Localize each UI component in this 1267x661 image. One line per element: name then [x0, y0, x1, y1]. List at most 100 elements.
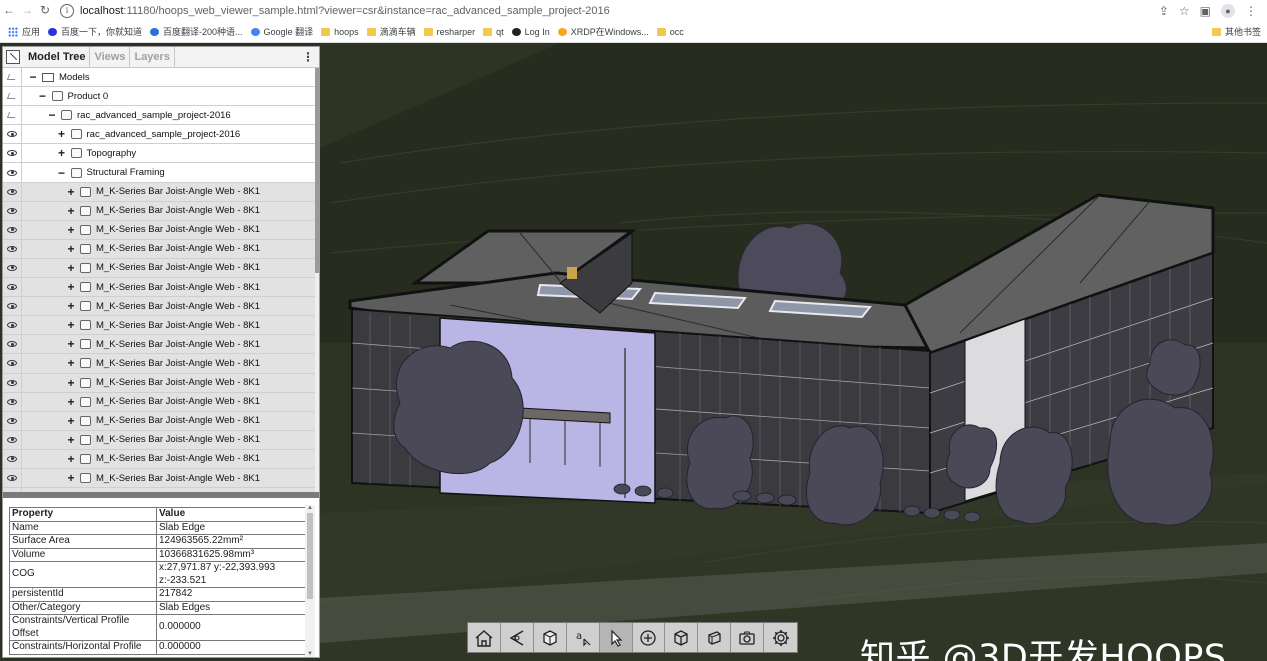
visibility-toggle[interactable] [3, 297, 22, 316]
draw-mode-button[interactable] [534, 623, 567, 652]
tree-node-label[interactable]: M_K-Series Bar Joist-Angle Web - 8K1 [96, 396, 260, 407]
tree-row[interactable]: + M_K-Series Bar Joist-Angle Web - 8K1 [3, 239, 319, 259]
tree-row[interactable]: − Product 0 [3, 87, 319, 107]
tree-row[interactable]: + M_K-Series Bar Joist-Angle Web - 8K1 [3, 354, 319, 374]
expand-icon[interactable]: + [66, 376, 76, 390]
snapshot-cube-button[interactable] [665, 623, 699, 652]
collapse-icon[interactable]: − [28, 70, 38, 84]
tree-row[interactable]: + M_K-Series Bar Joist-Angle Web - 8K1 [3, 449, 319, 469]
reload-icon[interactable]: ↻ [36, 0, 54, 21]
tree-row[interactable]: + M_K-Series Bar Joist-Angle Web - 8K1 [3, 278, 319, 298]
redline-note-button[interactable]: a [567, 623, 600, 652]
select-button[interactable] [599, 623, 633, 652]
tree-row[interactable]: + M_K-Series Bar Joist-Angle Web - 8K1 [3, 468, 319, 489]
visibility-toggle[interactable] [3, 106, 22, 125]
visibility-toggle[interactable] [3, 87, 22, 106]
scroll-up-icon[interactable]: ▲ [305, 505, 315, 511]
expand-icon[interactable]: + [66, 185, 76, 199]
url-field[interactable]: i localhost:11180/hoops_web_viewer_sampl… [60, 0, 1159, 21]
visibility-toggle[interactable] [3, 163, 22, 182]
bookmark-1[interactable]: 百度一下，你就知道 [48, 25, 142, 38]
visibility-toggle[interactable] [3, 449, 22, 468]
tree-node-label[interactable]: M_K-Series Bar Joist-Angle Web - 8K1 [96, 224, 260, 235]
bookmark-8[interactable]: Log In [511, 27, 550, 37]
share-icon[interactable]: ⇪ [1159, 4, 1169, 18]
tree-node-label[interactable]: M_K-Series Bar Joist-Angle Web - 8K1 [96, 205, 260, 216]
cutting-plane-button[interactable] [698, 623, 732, 652]
tree-node-label[interactable]: M_K-Series Bar Joist-Angle Web - 8K1 [96, 320, 260, 331]
tree-scrollbar-thumb[interactable] [315, 68, 319, 273]
tree-node-label[interactable]: M_K-Series Bar Joist-Angle Web - 8K1 [96, 243, 260, 254]
tree-row[interactable]: + M_K-Series Bar Joist-Angle Web - 8K1 [3, 220, 319, 240]
tree-scrollbar[interactable] [315, 68, 319, 492]
tree-row[interactable]: + Topography [3, 144, 319, 164]
expand-icon[interactable]: + [66, 337, 76, 351]
tree-row[interactable]: + M_K-Series Bar Joist-Angle Web - 8K1 [3, 335, 319, 355]
panel-toggle-icon[interactable] [6, 50, 20, 64]
scroll-down-icon[interactable]: ▼ [305, 651, 315, 657]
tree-row[interactable]: + M_K-Series Bar Joist-Angle Web - 8K1 [3, 258, 319, 279]
tree-row[interactable]: + M_K-Series Bar Joist-Angle Web - 8K1 [3, 316, 319, 336]
visibility-toggle[interactable] [3, 201, 22, 220]
visibility-toggle[interactable] [3, 182, 22, 201]
visibility-toggle[interactable] [3, 68, 22, 87]
collapse-icon[interactable]: − [38, 89, 48, 103]
tree-node-label[interactable]: rac_advanced_sample_project-2016 [77, 110, 231, 121]
tree-row[interactable]: + M_K-Series Bar Joist-Angle Web - 8K1 [3, 373, 319, 393]
tab-layers[interactable]: Layers [130, 47, 175, 67]
expand-icon[interactable]: + [66, 223, 76, 237]
tree-node-label[interactable]: M_K-Series Bar Joist-Angle Web - 8K1 [96, 262, 260, 273]
forward-arrow-icon[interactable]: → [18, 0, 36, 21]
tree-row[interactable]: − Structural Framing [3, 163, 319, 183]
tree-node-label[interactable]: M_K-Series Bar Joist-Angle Web - 8K1 [96, 282, 260, 293]
collapse-icon[interactable]: − [47, 108, 57, 122]
tree-node-label[interactable]: Structural Framing [87, 167, 165, 178]
visibility-toggle[interactable] [3, 373, 22, 392]
tree-node-label[interactable]: M_K-Series Bar Joist-Angle Web - 8K1 [96, 377, 260, 388]
expand-icon[interactable]: + [66, 452, 76, 466]
snapshot-button[interactable] [731, 623, 765, 652]
home-button[interactable] [468, 623, 501, 652]
expand-icon[interactable]: + [66, 261, 76, 275]
tree-node-label[interactable]: Product 0 [68, 91, 109, 102]
tree-row[interactable]: − rac_advanced_sample_project-2016 [3, 106, 319, 126]
tree-row[interactable]: + M_K-Series Bar Joist-Angle Web - 8K1 [3, 297, 319, 317]
bookmark-3[interactable]: Google 翻译 [250, 25, 313, 38]
properties-scrollbar[interactable]: ▲ ▼ [305, 505, 315, 657]
bookmark-2[interactable]: 百度翻译-200种语... [150, 25, 243, 38]
bookmark-star-icon[interactable]: ☆ [1179, 4, 1190, 18]
other-bookmarks[interactable]: 其他书签 [1211, 25, 1261, 38]
expand-icon[interactable]: + [66, 433, 76, 447]
tree-row[interactable]: + M_K-Series Bar Joist-Angle Web - 8K1 [3, 392, 319, 412]
bookmark-7[interactable]: qt [483, 27, 504, 37]
tree-node-label[interactable]: M_K-Series Bar Joist-Angle Web - 8K1 [96, 415, 260, 426]
settings-button[interactable] [764, 623, 797, 652]
visibility-toggle[interactable] [3, 278, 22, 297]
expand-icon[interactable]: + [66, 471, 76, 485]
explode-button[interactable] [633, 623, 666, 652]
tree-node-label[interactable]: M_K-Series Bar Joist-Angle Web - 8K1 [96, 473, 260, 484]
visibility-toggle[interactable] [3, 125, 22, 144]
visibility-toggle[interactable] [3, 316, 22, 335]
visibility-toggle[interactable] [3, 430, 22, 449]
bookmark-9[interactable]: XRDP在Windows... [557, 25, 649, 38]
expand-icon[interactable]: + [66, 204, 76, 218]
expand-icon[interactable]: + [66, 395, 76, 409]
expand-icon[interactable]: + [66, 318, 76, 332]
bookmark-6[interactable]: resharper [423, 27, 475, 37]
expand-icon[interactable]: + [66, 242, 76, 256]
visibility-toggle[interactable] [3, 468, 22, 488]
browser-menu-icon[interactable]: ⋮ [1245, 4, 1257, 18]
visibility-toggle[interactable] [3, 392, 22, 411]
tree-row[interactable]: + M_K-Series Bar Joist-Angle Web - 8K1 [3, 411, 319, 431]
camera-menu-button[interactable] [501, 623, 534, 652]
expand-icon[interactable]: + [57, 146, 67, 160]
tree-node-label[interactable]: Models [59, 72, 90, 83]
tree-node-label[interactable]: Topography [87, 148, 137, 159]
tree-row[interactable]: + M_K-Series Bar Joist-Angle Web - 8K1 [3, 430, 319, 450]
expand-icon[interactable]: + [66, 414, 76, 428]
visibility-toggle[interactable] [3, 335, 22, 354]
visibility-toggle[interactable] [3, 220, 22, 239]
panel-menu-icon[interactable]: ⋮ [302, 50, 314, 64]
tree-node-label[interactable]: M_K-Series Bar Joist-Angle Web - 8K1 [96, 358, 260, 369]
